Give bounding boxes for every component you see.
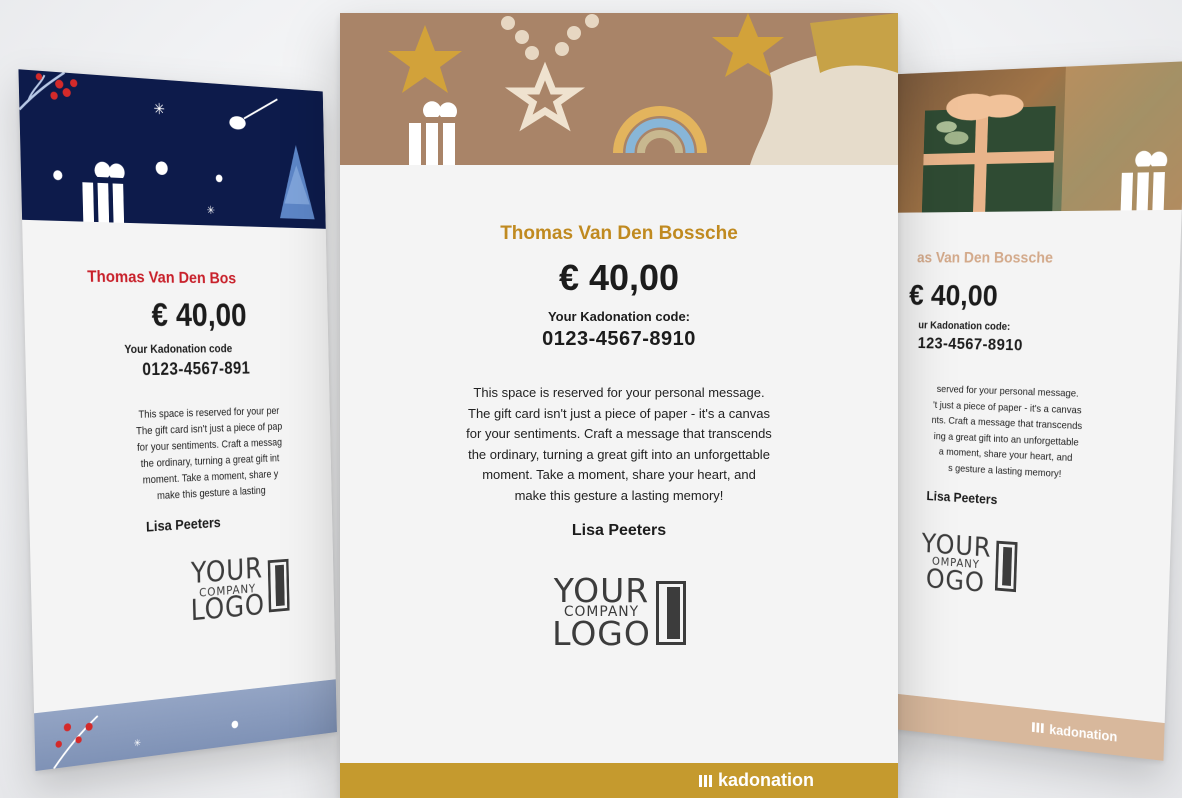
toys-banner	[340, 13, 898, 165]
gift-card-present: as Van Den Bossche € 40,00 ur Kadonation…	[873, 61, 1182, 761]
brand-name: kadonation	[1049, 721, 1117, 744]
signature: Lisa Peeters	[30, 508, 333, 543]
kadonation-brand: kadonation	[1032, 719, 1117, 744]
signature: Lisa Peeters	[880, 485, 1172, 518]
present-photo	[888, 61, 1182, 213]
personal-message: This space is reserved for your per The …	[27, 402, 332, 511]
logo-mark-icon	[268, 559, 290, 613]
logo-line-1: YOUR	[554, 576, 649, 606]
winter-banner: ✳ ✳	[18, 69, 325, 229]
logo-line-3: OGO	[926, 566, 986, 595]
gift-card-winter: ✳ ✳ Thomas Van Den Bos € 40,00 Your Kado…	[18, 69, 336, 771]
svg-text:✳: ✳	[206, 203, 215, 217]
present-banner	[888, 61, 1182, 213]
code-label: Your Kadonation code:	[340, 309, 898, 324]
logo-line-3: LOGO	[552, 619, 651, 649]
kadonation-brand: kadonation	[699, 770, 814, 791]
brand-name: kadonation	[718, 770, 814, 791]
message-line: for your sentiments. Craft a message tha…	[340, 424, 898, 445]
signature: Lisa Peeters	[340, 522, 898, 540]
message-line: This space is reserved for your personal…	[340, 383, 898, 404]
company-logo: YOUR COMPANY LOGO	[190, 554, 290, 625]
kadonation-icon	[699, 775, 712, 787]
center-footer: kadonation	[340, 763, 898, 798]
message-line: The gift card isn't just a piece of pape…	[340, 404, 898, 425]
message-line: the ordinary, turning a great gift into …	[340, 445, 898, 466]
company-logo: YOUR OMPANY OGO	[920, 531, 1017, 597]
gift-code: 0123-4567-891	[26, 358, 329, 382]
gift-code: 123-4567-8910	[884, 333, 1177, 359]
recipient-name: Thomas Van Den Bos	[23, 266, 327, 289]
gift-amount: € 40,00	[24, 296, 328, 335]
recipient-name: as Van Den Bossche	[887, 250, 1181, 268]
winter-footer: ✳	[34, 679, 337, 771]
svg-text:✳: ✳	[153, 100, 165, 119]
toys-photo	[340, 13, 898, 165]
present-footer: kadonation	[873, 691, 1165, 761]
logo-mark-icon	[656, 581, 686, 645]
gift-card-featured: Thomas Van Den Bossche € 40,00 Your Kado…	[340, 13, 898, 798]
gift-amount: € 40,00	[885, 278, 1179, 316]
kadonation-icon	[1032, 722, 1044, 733]
logo-mark-icon	[995, 541, 1018, 592]
recipient-name: Thomas Van Den Bossche	[340, 223, 898, 245]
personal-message: This space is reserved for your personal…	[340, 383, 898, 506]
gift-code: 0123-4567-8910	[340, 328, 898, 351]
berries-icon: ✳	[34, 679, 337, 771]
gift-amount: € 40,00	[340, 257, 898, 299]
personal-message: served for your personal message. 't jus…	[880, 380, 1175, 488]
message-line: moment. Take a moment, share your heart,…	[340, 465, 898, 486]
svg-text:✳: ✳	[134, 738, 142, 750]
code-label: Your Kadonation code	[25, 341, 328, 357]
company-logo: YOUR COMPANY LOGO	[552, 576, 686, 649]
winter-illustration: ✳ ✳	[18, 69, 325, 229]
logo-line-3: LOGO	[190, 592, 265, 624]
message-line: make this gesture a lasting memory!	[340, 486, 898, 507]
